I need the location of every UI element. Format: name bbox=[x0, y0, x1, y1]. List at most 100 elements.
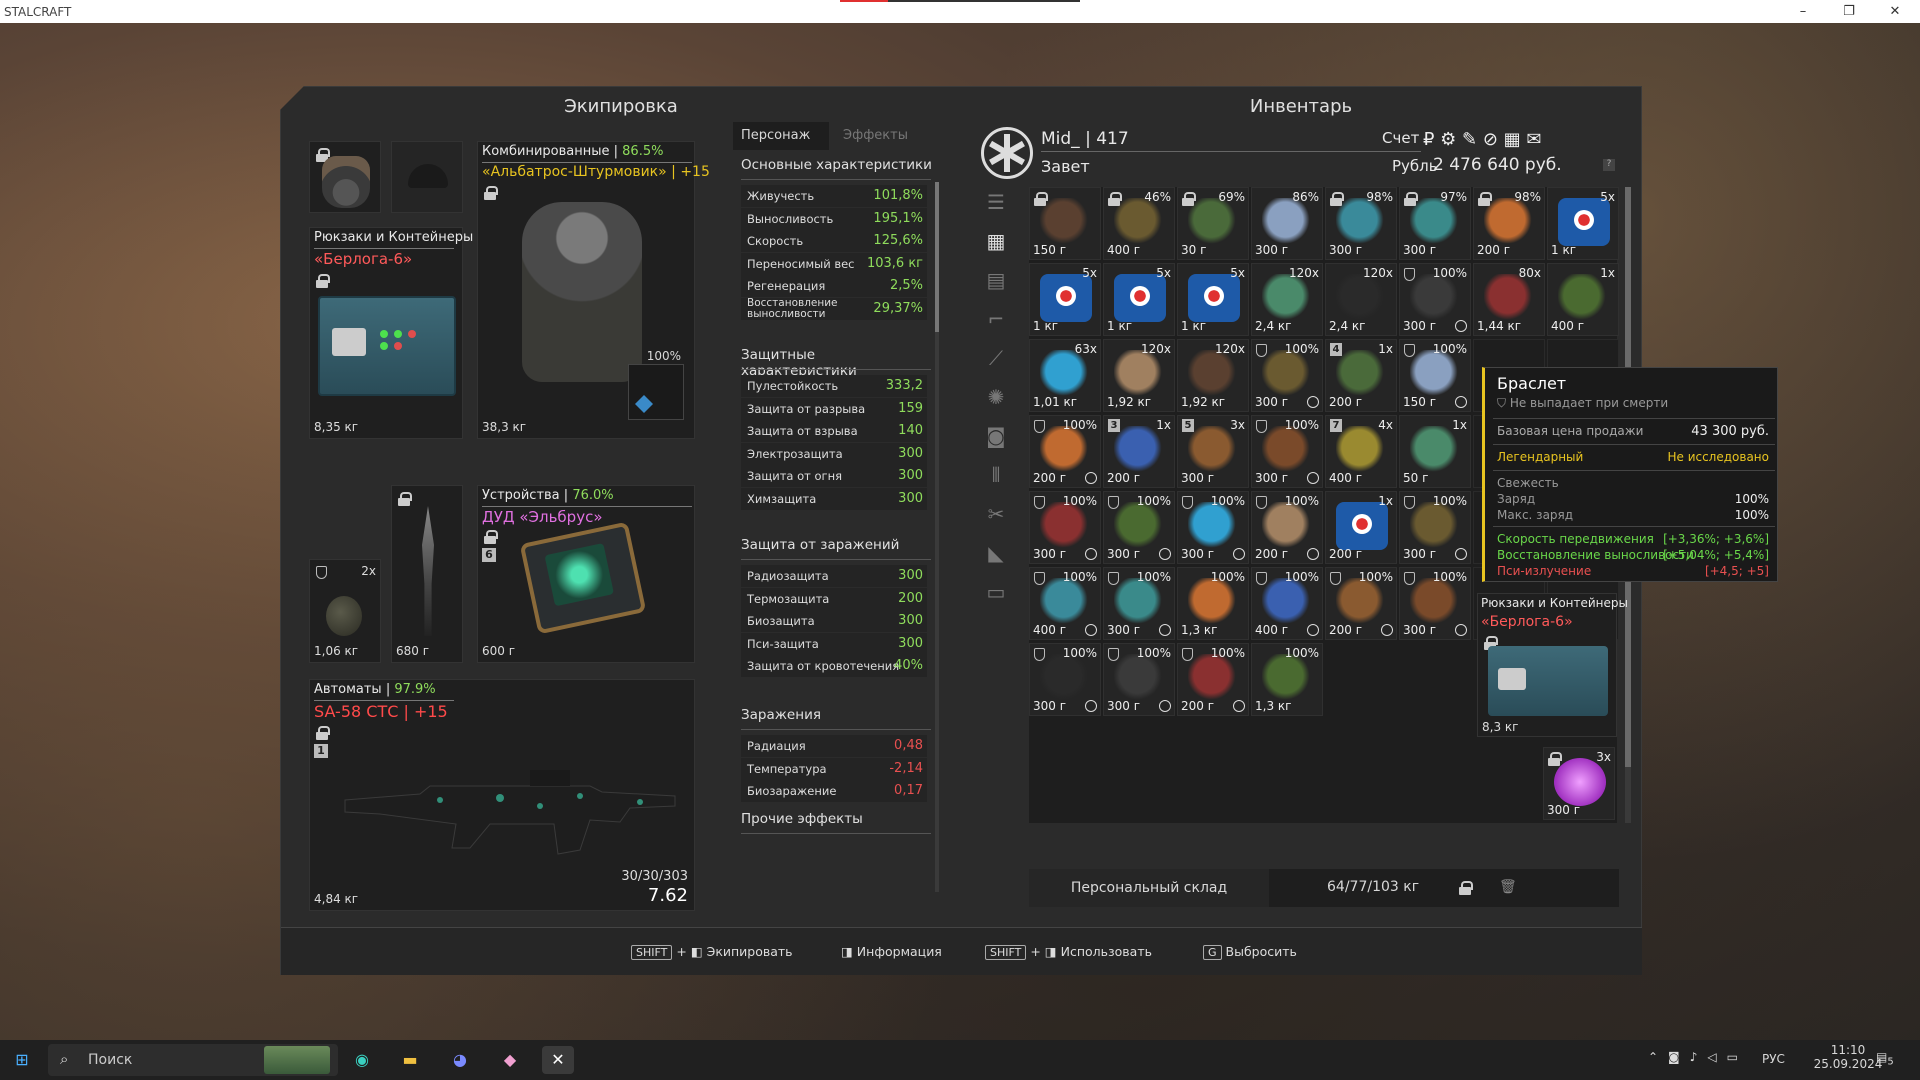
windows-start-icon[interactable]: ⊞ bbox=[6, 1046, 38, 1074]
inventory-item[interactable]: 69% 30 г bbox=[1177, 187, 1249, 260]
tab-effects[interactable]: Эффекты bbox=[833, 122, 943, 150]
explorer-icon[interactable]: ▬ bbox=[394, 1046, 426, 1074]
inventory-item[interactable]: 100% 1,3 кг bbox=[1177, 567, 1249, 640]
weapon-filter-icon[interactable]: ⌐ bbox=[981, 304, 1011, 334]
inventory-item[interactable]: 3 1x 200 г bbox=[1103, 415, 1175, 488]
inventory-item[interactable]: 100% 300 г bbox=[1103, 643, 1175, 716]
helmet-slot[interactable] bbox=[391, 141, 463, 213]
backpack-slot[interactable]: Рюкзаки и Контейнеры «Берлога-6» 8,35 кг bbox=[309, 227, 473, 439]
grenade-count: 2x bbox=[361, 564, 376, 578]
item-level-badge: 4 bbox=[1330, 343, 1342, 356]
close-button[interactable]: ✕ bbox=[1872, 0, 1918, 23]
item-icon bbox=[1262, 274, 1314, 322]
item-count: 100% bbox=[1210, 570, 1245, 584]
notification-icon[interactable]: ▤5 bbox=[1876, 1050, 1894, 1067]
chain-artifact-item[interactable]: 3x 300 г bbox=[1543, 747, 1615, 820]
device-slot[interactable]: Устройства | 76.0% ДУД «Эльбрус» 6 600 г bbox=[477, 485, 695, 663]
grid-view-icon[interactable]: ▦ bbox=[981, 226, 1011, 256]
inventory-item[interactable]: 4 1x 200 г bbox=[1325, 339, 1397, 412]
device-filter-icon[interactable]: ◙ bbox=[981, 421, 1011, 451]
inventory-item[interactable]: 100% 300 г bbox=[1251, 415, 1323, 488]
inventory-item[interactable]: 100% 300 г bbox=[1103, 567, 1175, 640]
inventory-item[interactable]: 100% 1,3 кг bbox=[1251, 643, 1323, 716]
inventory-item[interactable]: 120x 2,4 кг bbox=[1325, 263, 1397, 336]
search-box[interactable]: ⌕ Поиск bbox=[48, 1044, 338, 1076]
inventory-item[interactable]: 120x 2,4 кг bbox=[1251, 263, 1323, 336]
app-icon[interactable]: ◆ bbox=[494, 1046, 526, 1074]
inventory-item[interactable]: 5x 1 кг bbox=[1177, 263, 1249, 336]
edge-icon[interactable]: ◉ bbox=[346, 1046, 378, 1074]
inventory-item[interactable]: 97% 300 г bbox=[1399, 187, 1471, 260]
lock-icon[interactable] bbox=[1459, 881, 1473, 895]
inventory-item[interactable]: 1x 50 г bbox=[1399, 415, 1471, 488]
inventory-item[interactable]: 100% 400 г bbox=[1029, 567, 1101, 640]
inventory-item[interactable]: 63x 1,01 кг bbox=[1029, 339, 1101, 412]
personal-storage-button[interactable]: Персональный склад bbox=[1029, 869, 1269, 907]
inventory-item[interactable]: 5x 1 кг bbox=[1547, 187, 1619, 260]
inventory-item[interactable]: 120x 1,92 кг bbox=[1177, 339, 1249, 412]
inventory-item[interactable]: 100% 200 г bbox=[1177, 643, 1249, 716]
item-count: 1x bbox=[1600, 266, 1615, 280]
trash-icon[interactable]: 🗑 bbox=[1499, 879, 1517, 895]
inventory-item[interactable]: 100% 200 г bbox=[1251, 491, 1323, 564]
inventory-item[interactable]: 100% 300 г bbox=[1251, 339, 1323, 412]
inventory-item[interactable]: 120x 1,92 кг bbox=[1103, 339, 1175, 412]
inventory-item[interactable]: 98% 200 г bbox=[1473, 187, 1545, 260]
weapon-slot[interactable]: Автоматы | 97.9% SA-58 СТС | +15 1 30/30… bbox=[309, 679, 695, 911]
inventory-item[interactable]: 1x 400 г bbox=[1547, 263, 1619, 336]
knife-filter-icon[interactable]: ⟋ bbox=[981, 343, 1011, 373]
inventory-item[interactable]: 100% 300 г bbox=[1103, 491, 1175, 564]
misc-filter-icon[interactable]: ◣ bbox=[981, 538, 1011, 568]
inventory-item[interactable]: 7 4x 400 г bbox=[1325, 415, 1397, 488]
stats-scrollbar[interactable] bbox=[935, 182, 939, 892]
inventory-item[interactable]: 100% 300 г bbox=[1029, 491, 1101, 564]
container-filter-icon[interactable]: ▭ bbox=[981, 577, 1011, 607]
stat-value: 300 bbox=[898, 635, 923, 651]
inventory-item[interactable]: 100% 300 г bbox=[1399, 491, 1471, 564]
stalcraft-taskbar-icon[interactable]: ✕ bbox=[542, 1046, 574, 1074]
armor-slot[interactable]: Комбинированные | 86.5% «Альбатрос-Штурм… bbox=[477, 141, 710, 439]
list-view-icon[interactable]: ☰ bbox=[981, 187, 1011, 217]
discord-icon[interactable]: ◕ bbox=[444, 1046, 476, 1074]
armor-filter-icon[interactable]: ▤ bbox=[981, 265, 1011, 295]
inventory-item[interactable]: 100% 150 г bbox=[1399, 339, 1471, 412]
language-indicator[interactable]: РУС bbox=[1762, 1052, 1785, 1066]
inventory-item[interactable]: 5 3x 300 г bbox=[1177, 415, 1249, 488]
inventory-item[interactable]: 100% 400 г bbox=[1251, 567, 1323, 640]
inventory-item[interactable]: 100% 200 г bbox=[1325, 567, 1397, 640]
inventory-item[interactable]: 100% 300 г bbox=[1399, 263, 1471, 336]
inventory-item[interactable]: 5x 1 кг bbox=[1029, 263, 1101, 336]
inventory-item[interactable]: 1x 200 г bbox=[1325, 491, 1397, 564]
mask-slot[interactable] bbox=[309, 141, 381, 213]
inventory-item[interactable]: 150 г bbox=[1029, 187, 1101, 260]
stat-name: Выносливость bbox=[747, 211, 834, 226]
inventory-item[interactable]: 100% 300 г bbox=[1029, 643, 1101, 716]
inventory-item[interactable]: 100% 300 г bbox=[1177, 491, 1249, 564]
knife-slot[interactable]: 680 г bbox=[391, 485, 463, 663]
ammo-filter-icon[interactable]: ⦀ bbox=[981, 460, 1011, 490]
item-weight: 2,4 кг bbox=[1329, 319, 1366, 333]
minimize-button[interactable]: – bbox=[1780, 0, 1826, 23]
tab-character[interactable]: Персонаж bbox=[733, 122, 829, 150]
inventory-item[interactable]: 80x 1,44 кг bbox=[1473, 263, 1545, 336]
inventory-item[interactable]: 100% 200 г bbox=[1029, 415, 1101, 488]
item-weight: 400 г bbox=[1329, 471, 1363, 485]
inventory-item[interactable]: 98% 300 г bbox=[1325, 187, 1397, 260]
inventory-backpack-slot[interactable]: Рюкзаки и Контейнеры «Берлога-6» 8,3 кг bbox=[1477, 593, 1628, 737]
artifact-subslot[interactable]: 100% bbox=[628, 349, 684, 420]
help-icon[interactable]: ? bbox=[1603, 159, 1615, 171]
item-icon bbox=[1336, 274, 1388, 322]
inventory-item[interactable]: 100% 300 г bbox=[1399, 567, 1471, 640]
inventory-item[interactable]: 86% 300 г bbox=[1251, 187, 1323, 260]
timer-icon bbox=[1307, 396, 1319, 408]
inventory-item[interactable]: 5x 1 кг bbox=[1103, 263, 1175, 336]
inventory-item[interactable]: 46% 400 г bbox=[1103, 187, 1175, 260]
artifact-filter-icon[interactable]: ✺ bbox=[981, 382, 1011, 412]
stat-value: 333,2 bbox=[885, 378, 923, 393]
restore-button[interactable]: ❐ bbox=[1826, 0, 1872, 23]
currency-icons[interactable]: ₽ ⚙ ✎ ⊘ ▦ ✉ bbox=[1423, 129, 1541, 150]
grenade-slot[interactable]: 2x 1,06 кг bbox=[309, 559, 381, 663]
tools-filter-icon[interactable]: ✂ bbox=[981, 499, 1011, 529]
tray-icons[interactable]: ⌃◙♪◁▭ bbox=[1648, 1050, 1748, 1064]
stat-name: Переносимый вес bbox=[747, 256, 855, 271]
